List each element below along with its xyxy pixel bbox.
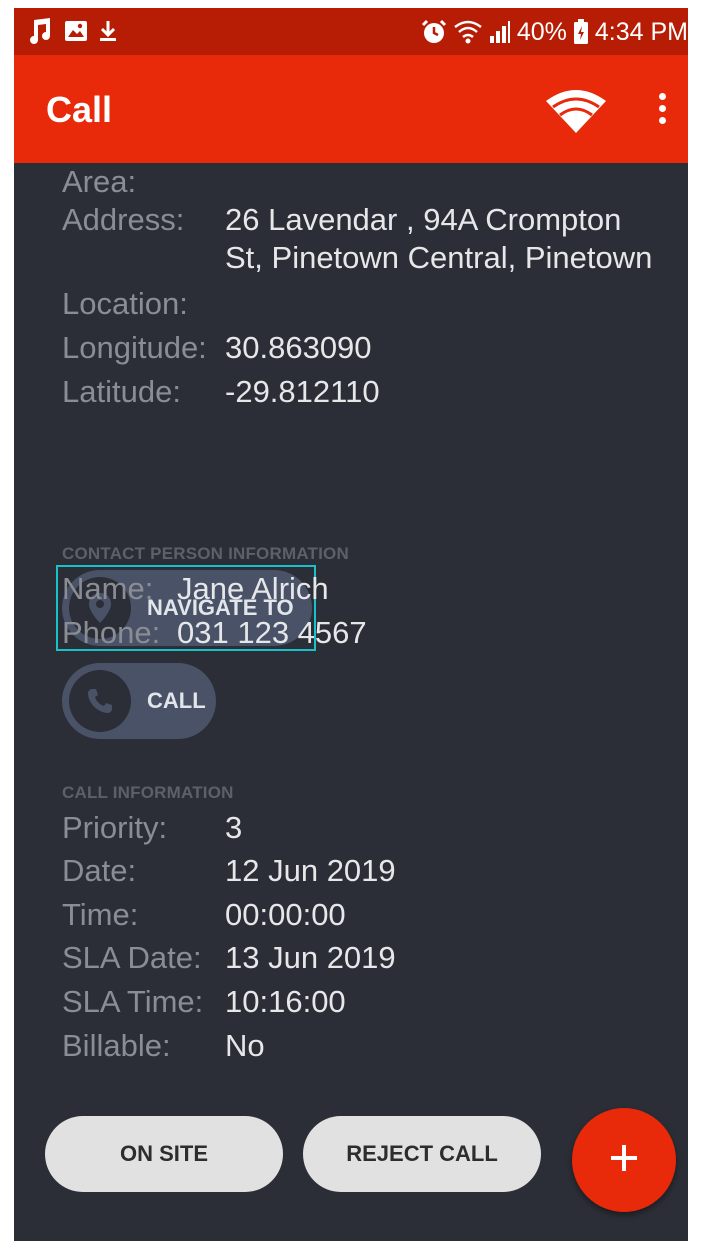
call-details: Area: Address: 26 Lavendar , 94A Crompto… [14, 163, 688, 1241]
on-site-button[interactable]: ON SITE [45, 1116, 283, 1192]
call-info-section-heading: CALL INFORMATION [62, 783, 234, 802]
latitude-value: -29.812110 [225, 374, 380, 409]
time-value: 00:00:00 [225, 897, 346, 932]
priority-value: 3 [225, 810, 243, 845]
music-note-icon [28, 16, 54, 46]
add-fab-button[interactable] [572, 1108, 676, 1212]
image-icon [64, 19, 88, 43]
priority-label: Priority: [62, 810, 168, 845]
overflow-menu-button[interactable] [650, 93, 674, 137]
contact-phone-value: 031 123 4567 [177, 615, 367, 650]
date-value: 12 Jun 2019 [225, 853, 396, 888]
status-time: 4:34 PM [594, 18, 688, 46]
status-bar: 40% 4:34 PM [14, 8, 688, 55]
address-label: Address: [62, 202, 185, 237]
address-line-2: St, Pinetown Central, Pinetown [225, 240, 653, 275]
contact-name-value: Jane Alrich [177, 571, 329, 606]
wifi-status-button[interactable] [544, 87, 608, 135]
longitude-label: Longitude: [62, 330, 207, 365]
address-line-1: 26 Lavendar , 94A Crompton [225, 202, 622, 237]
call-label: CALL [147, 688, 206, 713]
billable-value: No [225, 1028, 265, 1063]
time-label: Time: [62, 897, 139, 932]
wifi-icon [453, 19, 483, 45]
sla-time-value: 10:16:00 [225, 984, 346, 1019]
overflow-menu-dot [658, 105, 666, 112]
latitude-label: Latitude: [62, 374, 181, 409]
location-label: Location: [62, 286, 188, 321]
sla-time-label: SLA Time: [62, 984, 204, 1019]
battery-icon [573, 19, 589, 45]
overflow-menu-dot [658, 117, 666, 124]
overflow-menu-icon [658, 93, 666, 100]
page-title: Call [46, 89, 113, 130]
contact-name-label: Name: [62, 571, 154, 606]
reject-call-button[interactable]: REJECT CALL [303, 1116, 541, 1192]
call-button[interactable]: CALL [62, 663, 216, 739]
battery-percent: 40% [516, 18, 567, 46]
plus-icon [609, 1143, 639, 1178]
longitude-value: 30.863090 [225, 330, 372, 365]
signal-icon [489, 20, 511, 44]
phone-icon [69, 670, 131, 732]
date-label: Date: [62, 853, 137, 888]
area-label: Area: [62, 164, 137, 199]
phone-screen: 40% 4:34 PM Call Area: Address: 26 Laven… [14, 8, 688, 1241]
app-bar: Call [14, 55, 688, 163]
alarm-icon [421, 19, 447, 45]
download-icon [98, 19, 118, 43]
contact-section-heading: CONTACT PERSON INFORMATION [62, 544, 349, 563]
sla-date-value: 13 Jun 2019 [225, 940, 396, 975]
wifi-icon [544, 90, 608, 139]
contact-phone-label: Phone: [62, 615, 161, 650]
billable-label: Billable: [62, 1028, 171, 1063]
sla-date-label: SLA Date: [62, 940, 202, 975]
